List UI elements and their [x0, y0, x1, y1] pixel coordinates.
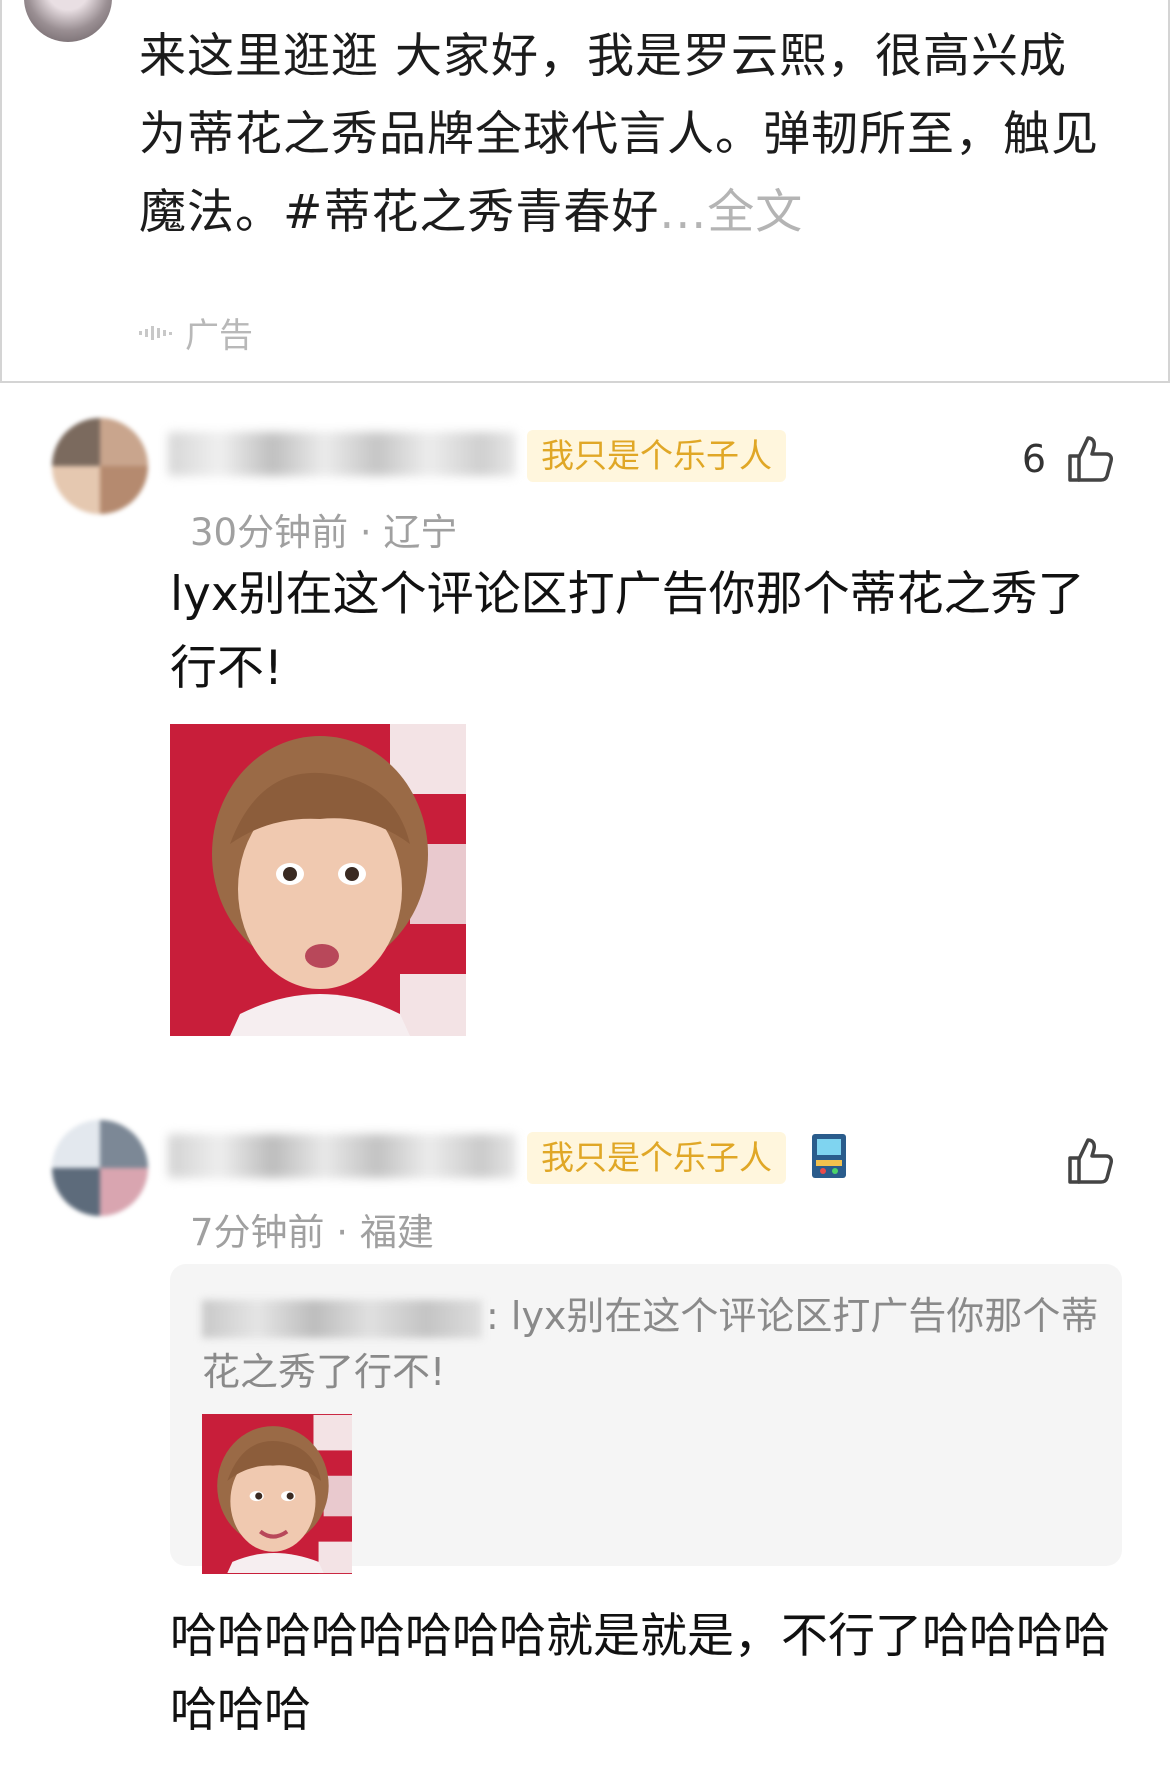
ad-post-card[interactable]: 来这里逛逛 大家好，我是罗云熙，很高兴成为蒂花之秀品牌全球代言人。弹韧所至，触见…	[0, 0, 1170, 383]
comment-meta: 30分钟前 · 辽宁	[190, 511, 458, 554]
quoted-image[interactable]	[202, 1414, 352, 1574]
thumbs-up-icon	[1068, 1138, 1113, 1184]
thumbs-up-icon	[1068, 436, 1113, 482]
fan-badge: 我只是个乐子人	[527, 430, 786, 482]
ad-post-text: 来这里逛逛 大家好，我是罗云熙，很高兴成为蒂花之秀品牌全球代言人。弹韧所至，触见…	[139, 18, 1099, 252]
comment-item: 我只是个乐子人 6 30分钟前 · 辽宁 lyx别在这个评论区打广告你那个蒂花之…	[0, 410, 1170, 1050]
fan-badge: 我只是个乐子人	[527, 1132, 786, 1184]
sound-icon	[139, 325, 172, 340]
ad-ellipsis: ...	[659, 185, 708, 240]
commenter-name-blurred[interactable]	[168, 432, 516, 476]
comment-meta: 7分钟前 · 福建	[190, 1211, 434, 1254]
comment-text: lyx别在这个评论区打广告你那个蒂花之秀了行不!	[170, 567, 1085, 696]
commenter-avatar[interactable]	[52, 418, 148, 514]
like-button[interactable]: 6	[1022, 432, 1118, 486]
ad-post-body: 来这里逛逛 大家好，我是罗云熙，很高兴成为蒂花之秀品牌全球代言人。弹韧所至，触见…	[139, 29, 1099, 240]
like-button[interactable]	[1046, 1134, 1118, 1188]
arcade-icon	[812, 1134, 846, 1178]
quoted-text: : lyx别在这个评论区打广告你那个蒂花之秀了行不!	[202, 1288, 1102, 1400]
ad-label-row: 广告	[139, 308, 253, 357]
like-count: 6	[1021, 437, 1046, 481]
comment-text: 哈哈哈哈哈哈哈哈就是就是，不行了哈哈哈哈哈哈哈	[170, 1609, 1110, 1738]
ad-author-avatar[interactable]	[24, 0, 112, 42]
photo-face-illustration	[202, 1414, 352, 1574]
quoted-reply[interactable]: : lyx别在这个评论区打广告你那个蒂花之秀了行不!	[170, 1264, 1122, 1574]
ad-label: 广告	[185, 316, 253, 356]
commenter-avatar[interactable]	[52, 1120, 148, 1216]
quoted-name-blurred	[202, 1299, 482, 1338]
photo-face-illustration	[170, 724, 466, 1036]
expand-full-text-link[interactable]: 全文	[707, 185, 803, 240]
comment-image[interactable]	[170, 724, 466, 1036]
commenter-name-blurred[interactable]	[168, 1134, 516, 1178]
comment-item: 我只是个乐子人 7分钟前 · 福建 : lyx别在这个评论区打广告你那个蒂花之秀…	[0, 1112, 1170, 1777]
